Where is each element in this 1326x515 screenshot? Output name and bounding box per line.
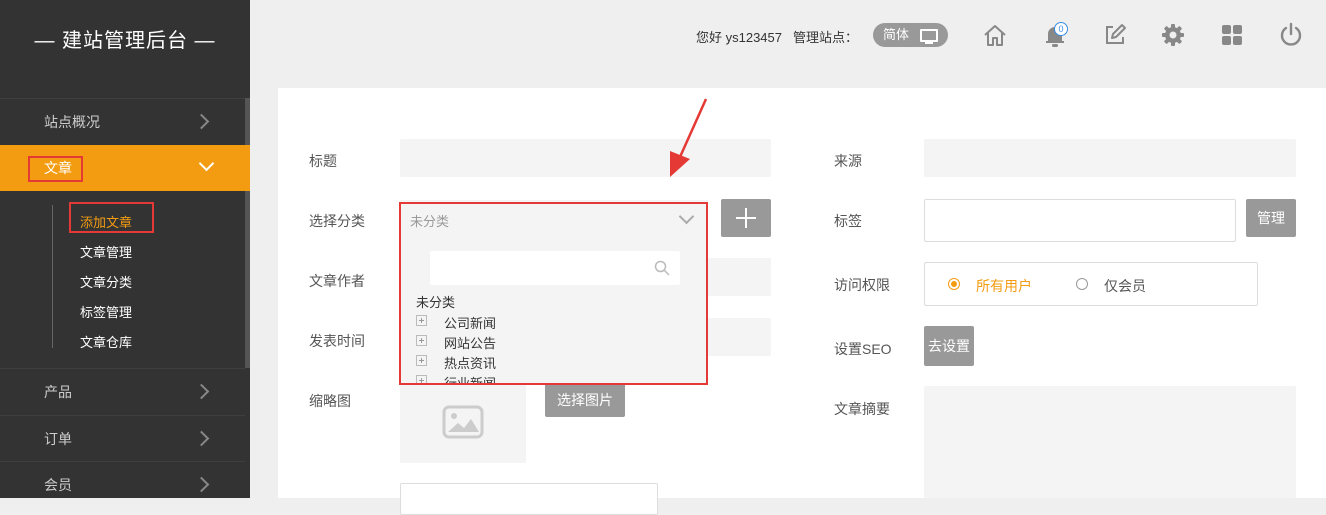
annotation-arrow xyxy=(670,98,708,177)
seo-label: 设置SEO xyxy=(834,341,892,357)
chevron-right-icon xyxy=(193,476,210,493)
author-label: 文章作者 xyxy=(309,273,365,289)
seo-settings-button[interactable]: 去设置 xyxy=(924,326,974,366)
language-switch-button[interactable]: 简体 xyxy=(873,23,948,47)
sidebar: — 建站管理后台 — 站点概况 文章 添加文章 文章管理 文章分类 标签管理 文… xyxy=(0,0,250,498)
publish-time-label: 发表时间 xyxy=(309,333,365,349)
highlight-box xyxy=(28,156,83,182)
submenu-article-category[interactable]: 文章分类 xyxy=(80,272,132,291)
sidebar-item-label: 会员 xyxy=(44,477,72,493)
submenu-line xyxy=(52,205,53,348)
submenu-article-repo[interactable]: 文章仓库 xyxy=(80,332,132,351)
edit-icon[interactable] xyxy=(1102,22,1128,48)
apps-icon[interactable] xyxy=(1219,22,1245,48)
notification-badge: 0 xyxy=(1054,22,1068,36)
radio-all-users[interactable] xyxy=(948,278,960,290)
extra-field-input[interactable] xyxy=(400,483,658,515)
user-greeting: 您好 ys123457 xyxy=(696,30,782,45)
chevron-down-icon xyxy=(198,155,215,172)
gear-icon[interactable] xyxy=(1160,22,1186,48)
title-label: 标题 xyxy=(309,153,337,169)
language-label: 简体 xyxy=(883,27,910,42)
manage-tags-button[interactable]: 管理 xyxy=(1246,199,1296,237)
image-placeholder-icon xyxy=(442,405,484,439)
plus-icon xyxy=(736,208,756,228)
sidebar-item-label: 站点概况 xyxy=(44,114,100,130)
tags-input[interactable] xyxy=(924,199,1236,242)
app-logo-title: — 建站管理后台 — xyxy=(34,30,216,52)
home-icon[interactable] xyxy=(982,22,1008,48)
choose-image-button[interactable]: 选择图片 xyxy=(545,383,625,417)
access-label: 访问权限 xyxy=(834,277,890,293)
sidebar-item-label: 产品 xyxy=(44,384,72,400)
sidebar-item-member[interactable]: 会员 xyxy=(0,462,245,508)
thumbnail-preview[interactable] xyxy=(400,385,526,463)
source-input[interactable] xyxy=(924,139,1296,177)
power-icon[interactable] xyxy=(1278,22,1304,48)
sidebar-scrollbar[interactable] xyxy=(245,98,250,368)
category-label: 选择分类 xyxy=(309,213,365,229)
summary-label: 文章摘要 xyxy=(834,401,890,417)
sidebar-item-label: 订单 xyxy=(44,431,72,447)
sidebar-item-order[interactable]: 订单 xyxy=(0,416,245,462)
summary-textarea[interactable] xyxy=(924,386,1296,498)
sidebar-item-overview[interactable]: 站点概况 xyxy=(0,99,245,145)
monitor-icon xyxy=(920,29,938,44)
thumbnail-label: 缩略图 xyxy=(309,393,351,409)
radio-members-only[interactable] xyxy=(1076,278,1088,290)
chevron-right-icon xyxy=(193,113,210,130)
radio-members-only-label[interactable]: 仅会员 xyxy=(1104,276,1146,296)
sidebar-item-product[interactable]: 产品 xyxy=(0,369,245,415)
access-radio-group xyxy=(924,262,1258,306)
tags-label: 标签 xyxy=(834,213,862,229)
add-category-button[interactable] xyxy=(721,199,771,237)
submenu-tag-manage[interactable]: 标签管理 xyxy=(80,302,132,321)
highlight-box xyxy=(399,202,708,385)
radio-all-users-label[interactable]: 所有用户 xyxy=(976,276,1032,296)
site-label: 管理站点： xyxy=(793,30,859,45)
chevron-right-icon xyxy=(193,383,210,400)
chevron-right-icon xyxy=(193,430,210,447)
source-label: 来源 xyxy=(834,153,862,169)
submenu-article-manage[interactable]: 文章管理 xyxy=(80,242,132,261)
highlight-box xyxy=(69,202,154,233)
